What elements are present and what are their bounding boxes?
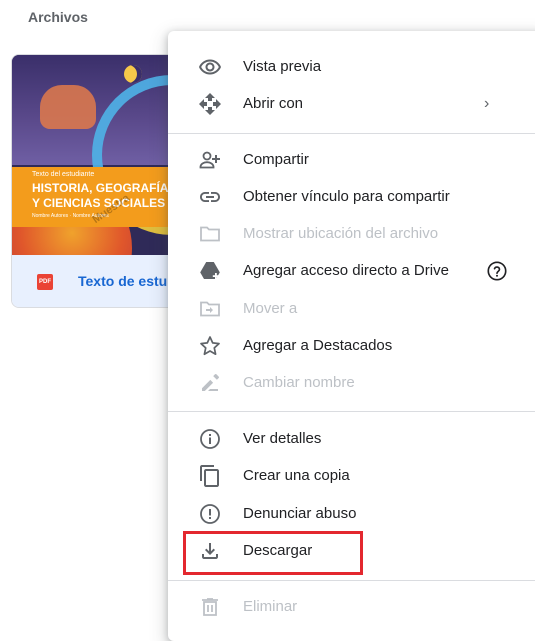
menu-item-abrir-con[interactable]: Abrir con › [168,88,535,120]
help-icon[interactable] [486,260,508,282]
move-to-folder-icon [198,297,222,321]
file-card[interactable]: Texto del estudiante HISTORIA, GEOGRAFÍA… [11,54,188,308]
copy-icon [198,464,222,488]
thumbnail-figures [40,85,96,129]
menu-item-cambiar-nombre[interactable]: Cambiar nombre [168,367,535,399]
menu-item-vista-previa[interactable]: Vista previa [168,51,535,83]
file-name-row[interactable]: PDF Texto de estu [12,255,187,307]
menu-item-label: Mover a [243,300,298,317]
trash-icon [198,595,222,619]
menu-item-eliminar[interactable]: Eliminar [168,591,535,623]
section-title: Archivos [28,9,88,25]
menu-item-obtener-vinculo[interactable]: Obtener vínculo para compartir [168,181,535,213]
menu-item-label: Crear una copia [243,467,350,484]
pdf-icon: PDF [37,274,53,290]
menu-item-label: Compartir [243,151,309,168]
report-icon [198,502,222,526]
menu-item-label: Abrir con [243,95,304,112]
menu-item-label: Cambiar nombre [243,374,355,391]
menu-item-denunciar-abuso[interactable]: Denunciar abuso [168,498,535,530]
thumbnail-moon [124,65,142,83]
descargar-highlight-box [183,531,363,575]
star-icon [198,334,222,358]
menu-item-label: Denunciar abuso [243,505,357,522]
file-name[interactable]: Texto de estu [78,273,167,289]
menu-divider [168,133,535,134]
menu-item-label: Agregar a Destacados [243,337,393,354]
menu-item-label: Vista previa [243,58,322,75]
menu-item-label: Mostrar ubicación del archivo [243,225,439,242]
open-with-icon [198,92,222,116]
menu-item-label: Agregar acceso directo a Drive [243,262,449,279]
menu-item-label: Eliminar [243,598,298,615]
menu-item-compartir[interactable]: Compartir [168,144,535,176]
pencil-icon [198,371,222,395]
chevron-right-icon: › [484,95,490,112]
menu-item-crear-copia[interactable]: Crear una copia [168,460,535,492]
drive-add-icon [198,259,222,283]
link-icon [198,185,222,209]
menu-item-label: Ver detalles [243,430,322,447]
info-icon [198,427,222,451]
menu-item-mostrar-ubicacion[interactable]: Mostrar ubicación del archivo [168,218,535,250]
context-menu: Vista previa Abrir con › Compartir Obten… [168,31,535,641]
file-thumbnail: Texto del estudiante HISTORIA, GEOGRAFÍA… [12,55,187,255]
menu-divider [168,411,535,412]
eye-icon [198,55,222,79]
menu-divider [168,580,535,581]
menu-item-agregar-acceso-directo[interactable]: Agregar acceso directo a Drive [168,255,535,287]
person-add-icon [198,148,222,172]
thumbnail-small-text: Texto del estudiante [32,171,95,178]
menu-item-mover-a[interactable]: Mover a [168,293,535,325]
menu-item-ver-detalles[interactable]: Ver detalles [168,423,535,455]
folder-icon [198,222,222,246]
menu-item-label: Obtener vínculo para compartir [243,188,450,205]
menu-item-agregar-destacados[interactable]: Agregar a Destacados [168,330,535,362]
